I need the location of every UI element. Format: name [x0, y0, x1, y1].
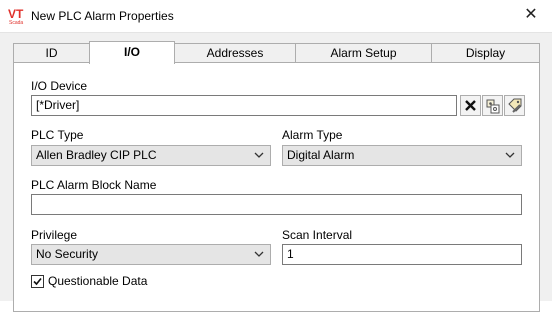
privilege-label: Privilege: [31, 228, 78, 242]
plc-type-value: Allen Bradley CIP PLC: [36, 148, 157, 162]
tab-addresses-label: Addresses: [206, 46, 264, 60]
close-icon[interactable]: ✕: [521, 5, 541, 25]
tab-io-label: I/O: [123, 45, 140, 59]
io-device-field[interactable]: [*Driver]: [31, 95, 457, 116]
plc-type-label: PLC Type: [31, 128, 84, 142]
plc-alarm-block-name-field[interactable]: [31, 194, 522, 215]
edit-tag-button[interactable]: [504, 95, 525, 116]
scan-interval-label: Scan Interval: [282, 228, 353, 242]
tag-edit-icon: [508, 98, 522, 113]
io-device-label: I/O Device: [31, 79, 88, 93]
questionable-data-label: Questionable Data: [48, 274, 148, 288]
tab-display[interactable]: Display: [431, 43, 540, 62]
privilege-value: No Security: [36, 247, 99, 261]
plc-alarm-block-name-label: PLC Alarm Block Name: [31, 178, 157, 192]
alarm-type-value: Digital Alarm: [287, 148, 355, 162]
tab-io[interactable]: I/O: [89, 41, 175, 64]
svg-text:Scada: Scada: [9, 20, 23, 26]
checkmark-icon: [33, 277, 42, 286]
chevron-down-icon: [254, 152, 264, 158]
browse-tag-button[interactable]: [482, 95, 503, 116]
privilege-select[interactable]: No Security: [31, 244, 271, 265]
app-logo: VT Scada: [7, 6, 29, 26]
chevron-down-icon: [505, 152, 515, 158]
clear-x-icon: [465, 100, 476, 111]
title-bar: VT Scada New PLC Alarm Properties ✕: [0, 0, 552, 32]
window-title: New PLC Alarm Properties: [31, 9, 174, 23]
plc-type-select[interactable]: Allen Bradley CIP PLC: [31, 145, 271, 166]
tag-browse-icon: [486, 99, 500, 114]
chevron-down-icon: [254, 251, 264, 257]
alarm-type-select[interactable]: Digital Alarm: [282, 145, 522, 166]
questionable-data-checkbox[interactable]: [31, 275, 44, 288]
tab-id-label: ID: [45, 46, 58, 60]
tab-addresses[interactable]: Addresses: [174, 43, 296, 62]
tab-id[interactable]: ID: [13, 43, 90, 62]
tab-alarm-setup-label: Alarm Setup: [330, 46, 397, 60]
tab-display-label: Display: [465, 46, 506, 60]
alarm-type-label: Alarm Type: [282, 128, 343, 142]
tab-alarm-setup[interactable]: Alarm Setup: [295, 43, 432, 62]
clear-button[interactable]: [460, 95, 481, 116]
scan-interval-field[interactable]: 1: [282, 244, 522, 265]
svg-text:VT: VT: [8, 7, 24, 21]
